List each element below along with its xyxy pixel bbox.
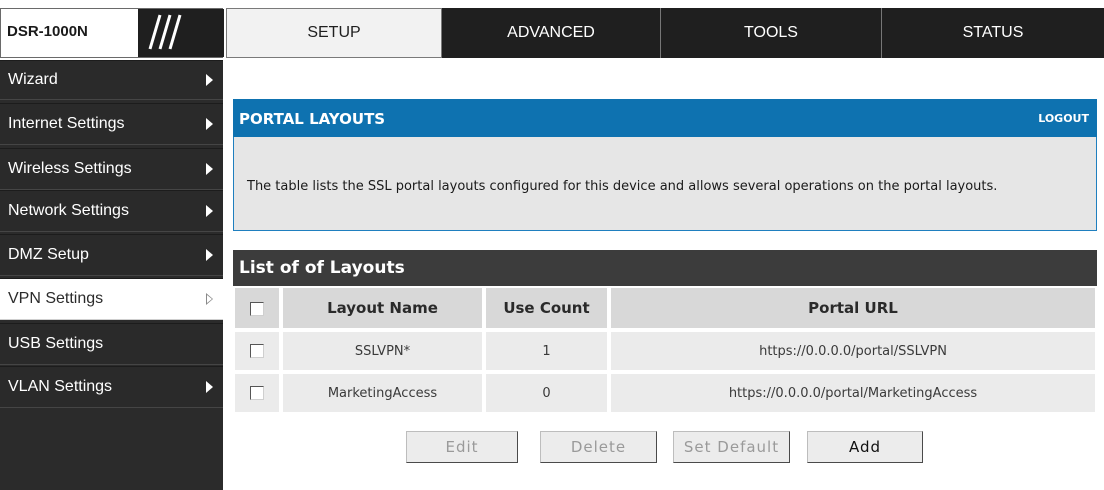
page-description: The table lists the SSL portal layouts c… (247, 179, 998, 194)
sidebar-item-label: VLAN Settings (8, 378, 113, 395)
layouts-list-title: List of of Layouts (239, 258, 405, 278)
tab-status[interactable]: STATUS (882, 8, 1104, 58)
use-count-cell: 0 (484, 372, 609, 414)
sidebar-item-label: Network Settings (8, 202, 129, 219)
sidebar-item-wizard[interactable]: Wizard (0, 60, 223, 100)
sidebar-item-dmz-setup[interactable]: DMZ Setup (0, 234, 223, 276)
sidebar-item-vlan-settings[interactable]: VLAN Settings (0, 366, 223, 408)
portal-url-cell: https://0.0.0.0/portal/SSLVPN (609, 330, 1097, 372)
layouts-table: Layout Name Use Count Portal URL SSLVPN*… (233, 286, 1097, 414)
sidebar-item-usb-settings[interactable]: USB Settings (0, 323, 223, 365)
sidebar-item-vpn-settings[interactable]: VPN Settings (0, 278, 223, 320)
sidebar-item-label: VPN Settings (8, 290, 104, 307)
sidebar-item-label: USB Settings (8, 335, 104, 352)
portal-url-cell: https://0.0.0.0/portal/MarketingAccess (609, 372, 1097, 414)
sidebar-item-label: Internet Settings (8, 115, 125, 132)
chevron-right-icon (206, 163, 213, 175)
table-header-row: Layout Name Use Count Portal URL (233, 286, 1097, 330)
sidebar-item-label: Wizard (8, 71, 58, 88)
sidebar-item-label: DMZ Setup (8, 246, 89, 263)
chevron-right-outline-icon (206, 293, 213, 305)
brand-slashes-logo (138, 9, 224, 57)
sidebar-item-label: Wireless Settings (8, 160, 132, 177)
tab-tools[interactable]: TOOLS (661, 8, 882, 58)
chevron-right-icon (206, 249, 213, 261)
logout-link[interactable]: LOGOUT (1038, 112, 1089, 125)
sidebar-item-network-settings[interactable]: Network Settings (0, 190, 223, 232)
sidebar-item-wireless-settings[interactable]: Wireless Settings (0, 148, 223, 190)
chevron-right-icon (206, 205, 213, 217)
column-header-use-count: Use Count (484, 286, 609, 330)
column-header-layout-name: Layout Name (281, 286, 484, 330)
select-all-cell (233, 286, 281, 330)
select-all-checkbox[interactable] (250, 301, 264, 316)
table-row: SSLVPN* 1 https://0.0.0.0/portal/SSLVPN (233, 330, 1097, 372)
layout-name-cell: MarketingAccess (281, 372, 484, 414)
use-count-cell: 1 (484, 330, 609, 372)
chevron-right-icon (206, 118, 213, 130)
table-row: MarketingAccess 0 https://0.0.0.0/portal… (233, 372, 1097, 414)
model-name: DSR-1000N (7, 23, 88, 40)
row-checkbox[interactable] (250, 386, 264, 400)
sidebar: Wizard Internet Settings Wireless Settin… (0, 60, 223, 490)
add-button[interactable]: Add (807, 431, 923, 463)
chevron-right-icon (206, 74, 213, 86)
chevron-right-icon (206, 381, 213, 393)
brand-box: DSR-1000N (0, 8, 224, 58)
tab-advanced[interactable]: ADVANCED (442, 8, 661, 58)
main-tabs: SETUP ADVANCED TOOLS STATUS (226, 8, 1104, 58)
layout-name-cell: SSLVPN* (281, 330, 484, 372)
tab-setup[interactable]: SETUP (226, 8, 442, 58)
page-title: PORTAL LAYOUTS (239, 110, 386, 128)
column-header-portal-url: Portal URL (609, 286, 1097, 330)
layouts-list-header: List of of Layouts (233, 250, 1097, 286)
delete-button[interactable]: Delete (540, 431, 657, 463)
edit-button[interactable]: Edit (406, 431, 518, 463)
description-box: The table lists the SSL portal layouts c… (233, 137, 1097, 231)
row-select-cell (233, 330, 281, 372)
sidebar-item-internet-settings[interactable]: Internet Settings (0, 103, 223, 145)
row-select-cell (233, 372, 281, 414)
row-checkbox[interactable] (250, 344, 264, 358)
set-default-button[interactable]: Set Default (673, 431, 790, 463)
portal-layouts-header: PORTAL LAYOUTS LOGOUT (233, 99, 1097, 137)
